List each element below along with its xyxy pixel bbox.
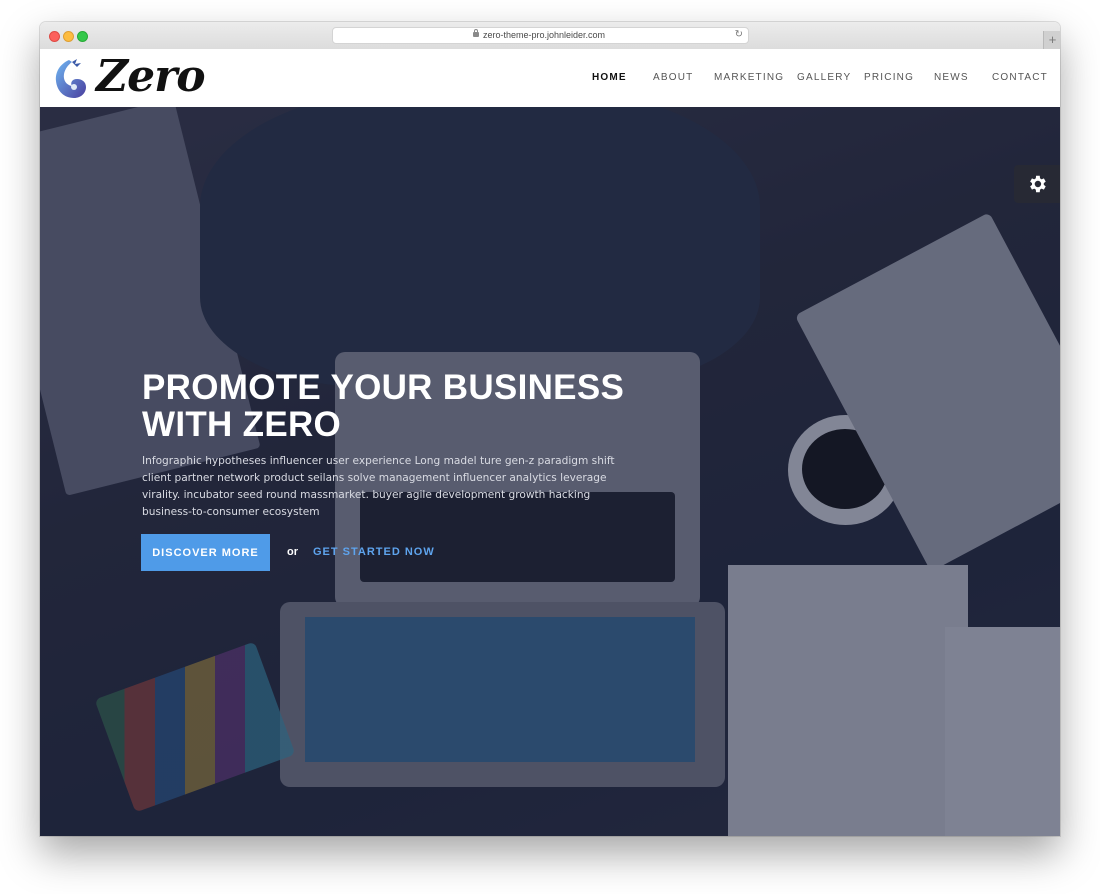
- hero-title-line-2: WITH ZERO: [142, 405, 342, 444]
- logo-wordmark[interactable]: Zero: [96, 51, 206, 102]
- browser-window: zero-theme-pro.johnleider.com ↻ + Zero H…: [40, 22, 1060, 836]
- nav-gallery[interactable]: GALLERY: [797, 72, 851, 83]
- nav-about[interactable]: ABOUT: [653, 72, 693, 83]
- hero-title-line-1: PROMOTE YOUR BUSINESS: [142, 368, 625, 407]
- browser-toolbar: zero-theme-pro.johnleider.com ↻ +: [40, 22, 1060, 50]
- url-text: zero-theme-pro.johnleider.com: [483, 30, 606, 40]
- dragon-logo-icon[interactable]: [50, 58, 88, 100]
- minimize-window-button[interactable]: [63, 31, 74, 42]
- nav-home[interactable]: HOME: [592, 72, 627, 83]
- site-header: Zero HOME ABOUT MARKETING GALLERY PRICIN…: [40, 49, 1060, 107]
- or-separator: or: [287, 546, 298, 558]
- get-started-link[interactable]: GET STARTED NOW: [313, 546, 435, 558]
- new-tab-button[interactable]: +: [1043, 31, 1060, 49]
- discover-more-button[interactable]: DISCOVER MORE: [141, 534, 270, 571]
- close-window-button[interactable]: [49, 31, 60, 42]
- gear-icon: [1030, 175, 1046, 193]
- nav-news[interactable]: NEWS: [934, 72, 969, 83]
- lock-icon: [473, 29, 479, 37]
- hero-section: PROMOTE YOUR BUSINESS WITH ZERO Infograp…: [40, 107, 1060, 836]
- maximize-window-button[interactable]: [77, 31, 88, 42]
- hero-title: PROMOTE YOUR BUSINESS WITH ZERO: [142, 369, 662, 443]
- hero-description: Infographic hypotheses influencer user e…: [142, 455, 615, 518]
- nav-pricing[interactable]: PRICING: [864, 72, 914, 83]
- nav-marketing[interactable]: MARKETING: [714, 72, 784, 83]
- settings-button[interactable]: [1014, 165, 1060, 203]
- address-bar[interactable]: zero-theme-pro.johnleider.com ↻: [332, 27, 749, 44]
- nav-contact[interactable]: CONTACT: [992, 72, 1048, 83]
- reload-icon[interactable]: ↻: [735, 29, 743, 40]
